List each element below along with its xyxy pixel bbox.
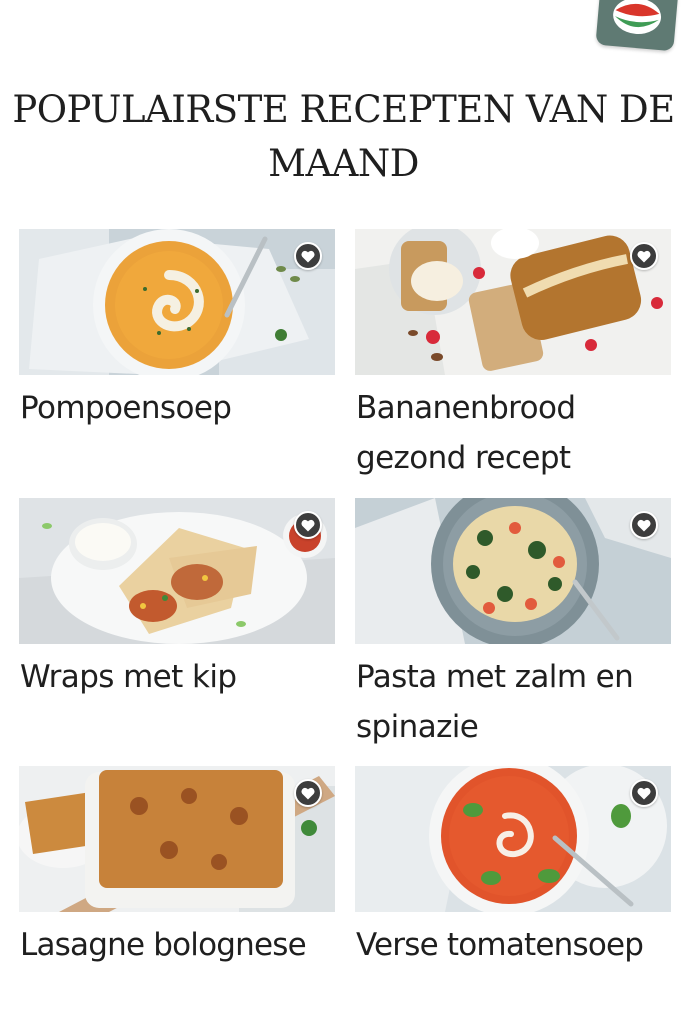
recipe-title[interactable]: Verse tomatensoep	[355, 912, 673, 970]
recipe-image-salmon-pasta[interactable]	[355, 498, 671, 644]
heart-icon	[301, 519, 315, 531]
recipe-image-chicken-wraps[interactable]	[19, 498, 335, 644]
heart-icon	[637, 787, 651, 799]
favorite-button[interactable]	[630, 242, 658, 270]
favorite-button[interactable]	[630, 779, 658, 807]
recipe-title[interactable]: Pompoensoep	[19, 375, 337, 433]
heart-icon	[301, 787, 315, 799]
recipe-card[interactable]: Bananenbrood gezond recept	[355, 229, 673, 483]
brand-logo[interactable]	[595, 0, 679, 52]
heart-icon	[637, 519, 651, 531]
recipe-image-lasagne[interactable]	[19, 766, 335, 912]
recipe-image-pumpkin-soup[interactable]	[19, 229, 335, 375]
recipe-title[interactable]: Wraps met kip	[19, 644, 337, 702]
recipe-card[interactable]: Pompoensoep	[19, 229, 337, 433]
favorite-button[interactable]	[630, 511, 658, 539]
recipe-card[interactable]: Wraps met kip	[19, 498, 337, 702]
recipe-title[interactable]: Pasta met zalm en spinazie	[355, 644, 673, 752]
brand-logo-icon	[613, 0, 662, 35]
recipe-card[interactable]: Verse tomatensoep	[355, 766, 673, 970]
recipe-image-tomato-soup[interactable]	[355, 766, 671, 912]
recipe-title[interactable]: Lasagne bolognese	[19, 912, 337, 970]
recipe-image-banana-bread[interactable]	[355, 229, 671, 375]
favorite-button[interactable]	[294, 242, 322, 270]
heart-icon	[637, 250, 651, 262]
heart-icon	[301, 250, 315, 262]
page-title: POPULAIRSTE RECEPTEN VAN DE MAAND	[12, 88, 675, 185]
recipe-card[interactable]: Lasagne bolognese	[19, 766, 337, 970]
favorite-button[interactable]	[294, 779, 322, 807]
favorite-button[interactable]	[294, 511, 322, 539]
recipe-card[interactable]: Pasta met zalm en spinazie	[355, 498, 673, 752]
recipe-title[interactable]: Bananenbrood gezond recept	[355, 375, 673, 483]
